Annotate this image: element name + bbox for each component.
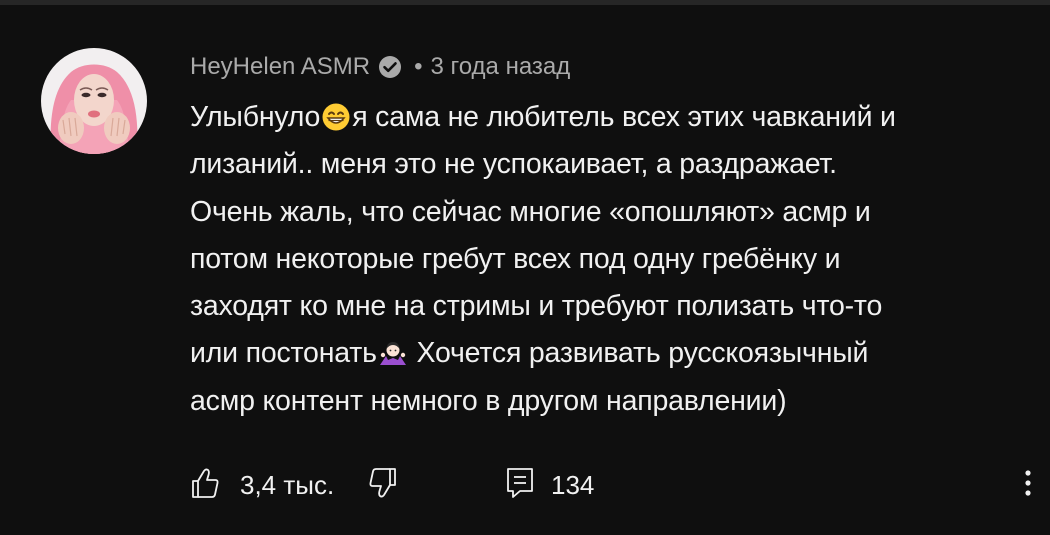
like-button[interactable] <box>190 466 220 504</box>
comment-meta: HeyHelen ASMR • 3 года назад <box>190 52 570 82</box>
comment-text-segment: Хочется развивать русскоязычный <box>408 337 869 370</box>
comment-line: потом некоторые гребут всех под одну гре… <box>190 242 841 275</box>
comment-actions: 3,4 тыс. 134 <box>190 466 1040 504</box>
woman-shrugging-emoji <box>378 336 408 383</box>
thumbs-up-icon <box>190 467 220 504</box>
comment-text: Улыбнуло я сама не любитель всех этих ча… <box>190 94 1040 425</box>
reply-count: 134 <box>551 469 595 500</box>
dislike-button[interactable] <box>368 466 398 504</box>
meta-separator: • <box>414 53 423 80</box>
comment-line: асмр контент немного в другом направлени… <box>190 384 787 417</box>
avatar-image <box>41 48 147 154</box>
reply-button[interactable] <box>505 466 535 504</box>
avatar[interactable] <box>41 48 147 154</box>
thumbs-down-icon <box>368 467 398 504</box>
grinning-face-emoji <box>321 100 351 147</box>
reply-icon <box>505 466 535 505</box>
comment-text-segment: Улыбнуло <box>190 101 321 133</box>
comment-timestamp[interactable]: 3 года назад <box>430 53 570 81</box>
more-options-button[interactable] <box>1016 466 1040 504</box>
verified-check-icon <box>376 53 404 81</box>
comment-text-segment: я сама не любитель всех этих чавканий и <box>352 101 896 133</box>
comment-line: лизаний.. меня это не успокаивает, а раз… <box>190 148 837 181</box>
top-divider <box>0 0 1050 5</box>
like-count: 3,4 тыс. <box>240 469 335 500</box>
comment-text-segment: или постонать <box>190 337 377 370</box>
more-vertical-icon <box>1024 468 1032 503</box>
comment-line: заходят ко мне на стримы и требуют полиз… <box>190 290 883 323</box>
comment-line: Улыбнуло я сама не любитель всех этих ча… <box>190 94 1040 141</box>
comment-line: Очень жаль, что сейчас многие «опошляют»… <box>190 195 871 228</box>
comment-line: или постонать Хочется развивать русскояз… <box>190 330 1040 377</box>
author-name[interactable]: HeyHelen ASMR <box>190 53 370 81</box>
